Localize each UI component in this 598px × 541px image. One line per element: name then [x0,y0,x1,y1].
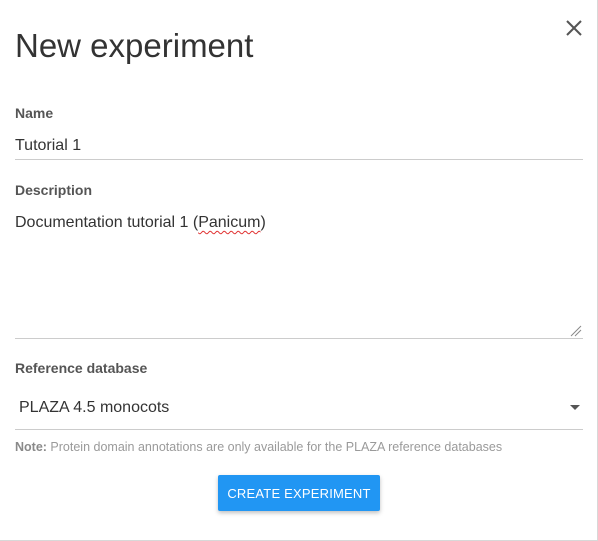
dialog-title: New experiment [15,27,254,64]
reference-database-select[interactable]: PLAZA 4.5 monocots [15,388,583,430]
note-body: Protein domain annotations are only avai… [46,440,503,454]
note-text: Note: Protein domain annotations are onl… [15,440,502,454]
name-label: Name [15,105,54,121]
close-icon[interactable] [561,15,587,41]
name-input[interactable] [15,132,583,160]
description-textarea[interactable]: Documentation tutorial 1 (Panicum) [15,210,583,339]
reference-database-label: Reference database [15,360,148,376]
reference-database-value: PLAZA 4.5 monocots [19,399,170,416]
resize-handle-icon[interactable] [570,325,582,337]
misspelled-word: Panicum [198,214,261,231]
dropdown-caret-icon [570,405,580,410]
description-text-suffix: ) [260,214,266,231]
description-text-prefix: Documentation tutorial 1 ( [15,214,199,231]
create-experiment-button[interactable]: CREATE EXPERIMENT [218,475,380,511]
note-label: Note: [15,440,47,454]
new-experiment-dialog: New experiment Name Description Document… [0,0,598,541]
description-label: Description [15,182,93,198]
